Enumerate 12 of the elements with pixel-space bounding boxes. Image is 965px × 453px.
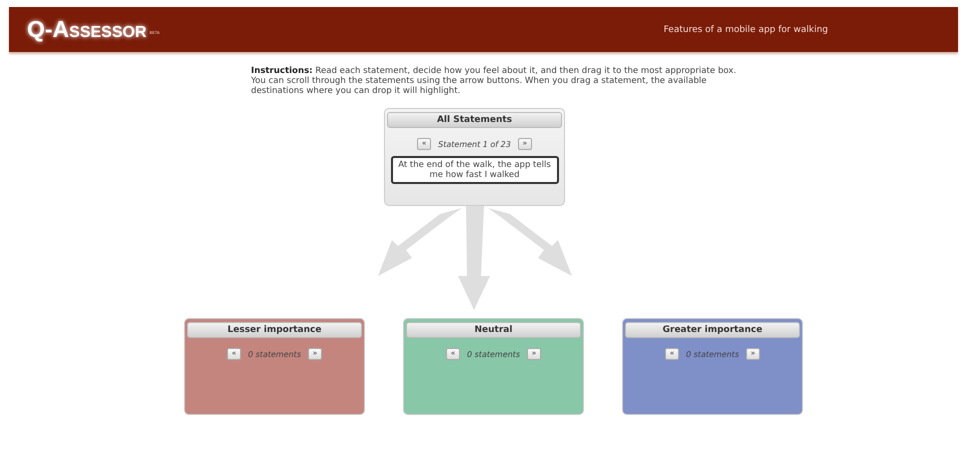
logo: Q-Assessor (27, 16, 147, 43)
panel-title: Neutral (406, 322, 581, 338)
statement-counter: 0 statements (686, 350, 739, 358)
panel-title: All Statements (387, 112, 562, 128)
statement-counter: 0 statements (248, 350, 301, 358)
panel-title: Lesser importance (187, 322, 362, 338)
panel-title: Greater importance (625, 322, 800, 338)
statement-counter: Statement 1 of 23 (438, 140, 511, 148)
statement-card[interactable]: At the end of the walk, the app tells me how fast I walked (390, 156, 558, 184)
statement-counter: 0 statements (467, 350, 520, 358)
instructions-text: Instructions: Read each statement, decide how you feel about it, and then drag it to the most appropriate box. You can scroll through the statements using the arrow buttons. When you drag a statement, the available destinations where you can drop it will highlight. (251, 66, 738, 96)
survey-title: Features of a mobile app for walking (664, 24, 828, 34)
